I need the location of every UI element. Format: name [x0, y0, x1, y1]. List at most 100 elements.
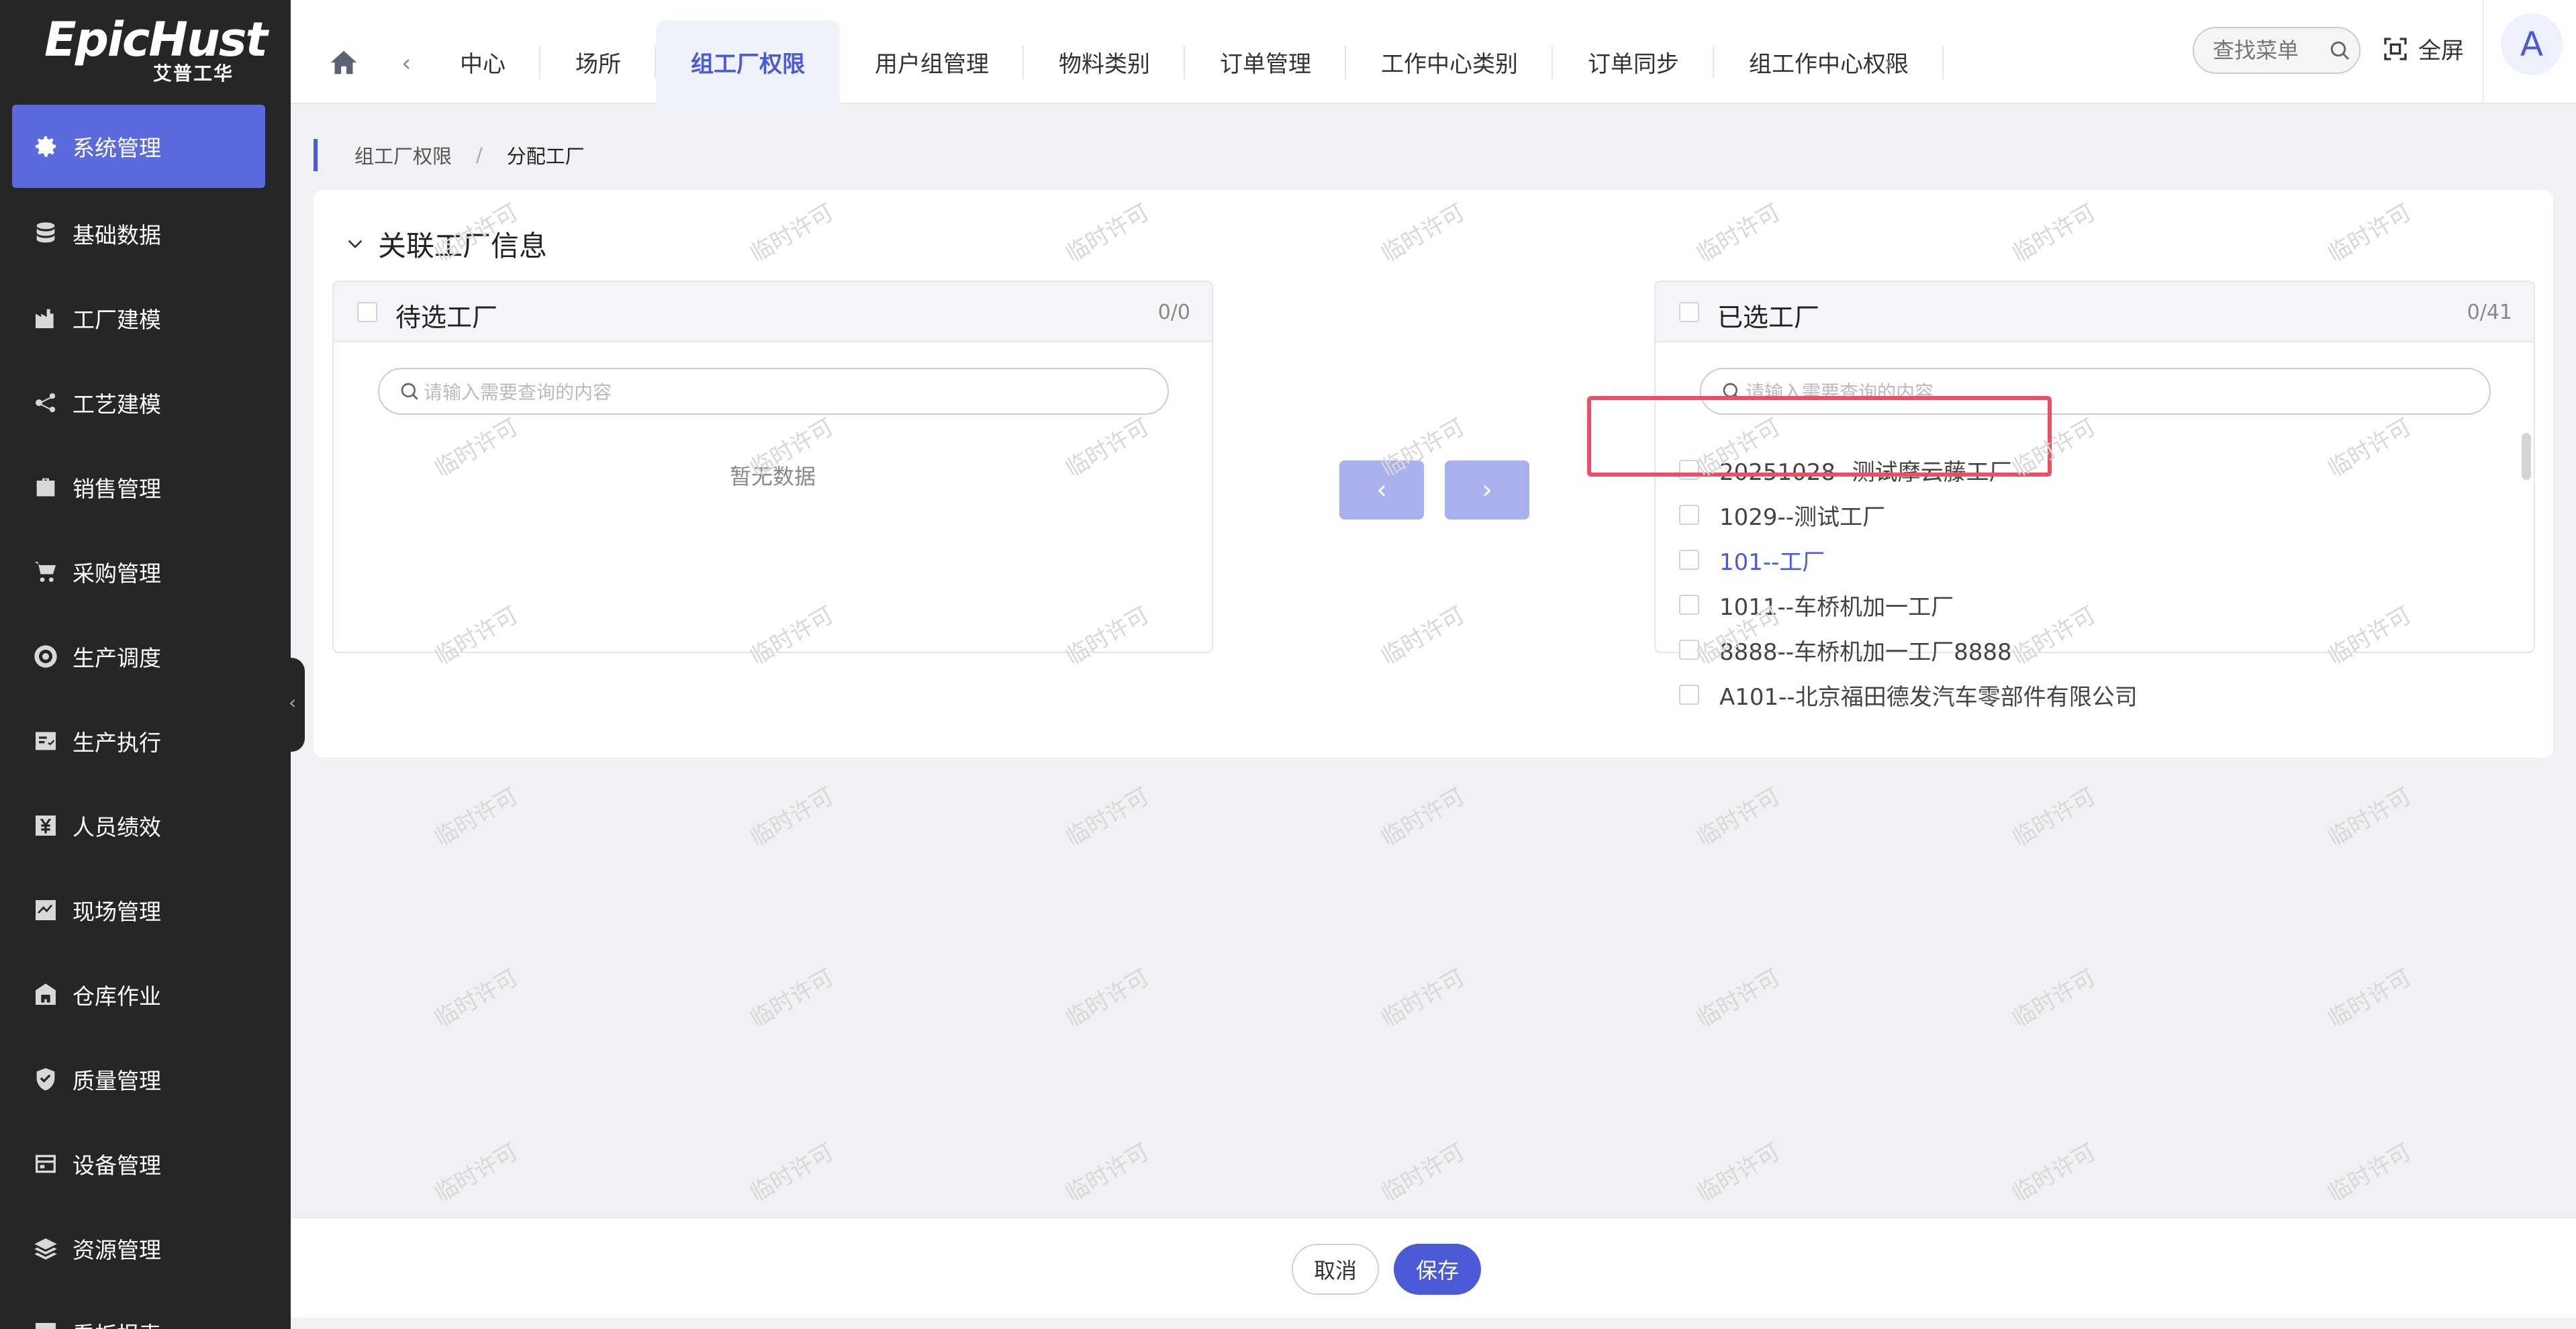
sidebar-item-purchase[interactable]: 采购管理	[12, 530, 265, 613]
tab-material-category[interactable]: 物料类别	[1024, 20, 1185, 104]
divider	[2483, 0, 2484, 104]
tab-scroll-right-button[interactable]: ›	[1884, 50, 1893, 77]
sidebar-collapse-handle[interactable]: ‹	[285, 658, 305, 752]
tab-bar: 中心 场所 组工厂权限 用户组管理 物料类别 订单管理 工作中心类别 订单同步 …	[425, 20, 1944, 104]
available-factories-panel: 待选工厂 0/0 暂无数据	[332, 281, 1213, 653]
select-all-checkbox[interactable]	[357, 302, 377, 322]
tab-group-work-center-permission[interactable]: 组工作中心权限	[1714, 20, 1944, 104]
watermark-text: 临时许可	[1692, 1138, 1785, 1208]
fullscreen-label: 全屏	[2418, 38, 2464, 64]
home-icon	[330, 50, 357, 75]
tab-center[interactable]: 中心	[425, 20, 540, 104]
sidebar-item-resource[interactable]: 资源管理	[12, 1207, 265, 1290]
empty-state-text: 暂无数据	[729, 464, 816, 489]
breadcrumb-parent[interactable]: 组工厂权限	[354, 141, 452, 169]
sidebar-item-basic-data[interactable]: 基础数据	[12, 192, 265, 275]
sidebar-item-label: 销售管理	[73, 476, 161, 502]
sidebar: EpicHust 艾普工华 系统管理 基础数据 工厂建模 工艺建模 销售管理 采…	[0, 0, 291, 1329]
available-search-input[interactable]	[422, 379, 1134, 405]
item-checkbox[interactable]	[1679, 595, 1699, 615]
watermark-text: 临时许可	[1692, 783, 1785, 852]
item-checkbox[interactable]	[1679, 685, 1699, 705]
content-card: 关联工厂信息 待选工厂 0/0 暂无数据 ‹ › 已选工厂 0/41 20251…	[314, 190, 2553, 758]
menu-search-box	[2193, 27, 2360, 74]
item-label: 101--工厂	[1719, 548, 1825, 576]
list-item[interactable]: 1011--车桥机加一工厂	[1679, 585, 1954, 625]
watermark-text: 临时许可	[745, 783, 839, 852]
sidebar-item-board[interactable]: 看板报表	[12, 1291, 265, 1329]
item-checkbox[interactable]	[1679, 550, 1699, 570]
panel-count: 0/0	[1157, 301, 1190, 324]
sidebar-item-label: 设备管理	[73, 1152, 161, 1179]
panel-header: 已选工厂 0/41	[1656, 282, 2534, 342]
tab-work-center-category[interactable]: 工作中心类别	[1346, 20, 1553, 104]
search-icon	[401, 383, 418, 400]
item-checkbox[interactable]	[1679, 505, 1699, 525]
menu-search-input[interactable]	[2211, 36, 2326, 64]
watermark-text: 临时许可	[2323, 1138, 2416, 1208]
sidebar-item-system[interactable]: 系统管理	[12, 105, 265, 188]
breadcrumb-accent-bar	[314, 139, 318, 171]
watermark-text: 临时许可	[1376, 964, 1470, 1033]
sidebar-item-sales[interactable]: 销售管理	[12, 446, 265, 529]
list-item[interactable]: 8888--车桥机加一工厂8888	[1679, 630, 2012, 670]
tab-order-management[interactable]: 订单管理	[1185, 20, 1346, 104]
list-item[interactable]: A101--北京福田德发汽车零部件有限公司	[1679, 675, 2138, 715]
panel-title: 待选工厂	[395, 303, 498, 332]
device-icon	[31, 1149, 60, 1179]
section-title: 关联工厂信息	[378, 230, 548, 262]
avatar[interactable]: A	[2501, 13, 2563, 75]
breadcrumb-separator: /	[476, 144, 483, 166]
layers-icon	[31, 1234, 60, 1263]
tab-scroll-left-button[interactable]: ‹	[401, 50, 411, 77]
watermark-text: 临时许可	[745, 1138, 839, 1208]
sidebar-item-process[interactable]: 工艺建模	[12, 361, 265, 444]
watermark-text: 临时许可	[430, 783, 523, 852]
move-right-button[interactable]: ›	[1445, 460, 1529, 520]
section-header[interactable]: 关联工厂信息	[344, 224, 547, 264]
move-left-button[interactable]: ‹	[1339, 460, 1424, 520]
tab-user-group[interactable]: 用户组管理	[840, 20, 1024, 104]
sidebar-item-warehouse[interactable]: 仓库作业	[12, 953, 265, 1036]
cart-icon	[31, 557, 60, 587]
cancel-button[interactable]: 取消	[1292, 1244, 1379, 1295]
sidebar-item-execute[interactable]: 生产执行	[12, 699, 265, 783]
sidebar-item-device[interactable]: 设备管理	[12, 1122, 265, 1205]
breadcrumb: 组工厂权限 / 分配工厂	[314, 139, 585, 171]
list-scrollbar[interactable]	[2522, 433, 2531, 480]
tab-site[interactable]: 场所	[540, 20, 656, 104]
sidebar-item-label: 采购管理	[73, 560, 161, 587]
database-icon	[31, 219, 60, 248]
sidebar-item-label: 工厂建模	[73, 307, 161, 333]
save-button[interactable]: 保存	[1394, 1244, 1481, 1295]
item-checkbox[interactable]	[1679, 640, 1699, 660]
watermark-text: 临时许可	[1061, 783, 1154, 852]
list-item[interactable]: 101--工厂	[1679, 540, 1825, 580]
item-label: 1011--车桥机加一工厂	[1719, 593, 1954, 621]
watermark-text: 临时许可	[2007, 964, 2101, 1033]
list-item[interactable]: 1029--测试工厂	[1679, 495, 1885, 535]
sidebar-item-label: 生产执行	[73, 730, 161, 756]
tab-group-factory-permission[interactable]: 组工厂权限	[656, 20, 840, 104]
panel-header: 待选工厂 0/0	[334, 282, 1212, 342]
gear-icon	[31, 132, 60, 161]
panel-search-box	[378, 368, 1169, 415]
warehouse-icon	[31, 980, 60, 1010]
home-button[interactable]	[328, 47, 361, 81]
sidebar-item-label: 生产调度	[73, 645, 161, 671]
logo-sub-text: 艾普工华	[153, 62, 234, 85]
tab-order-sync[interactable]: 订单同步	[1553, 20, 1714, 104]
watermark-text: 临时许可	[1061, 1138, 1154, 1208]
search-icon[interactable]	[2328, 39, 2352, 63]
sidebar-item-schedule[interactable]: 生产调度	[12, 615, 265, 698]
sidebar-item-factory[interactable]: 工厂建模	[12, 277, 265, 360]
sidebar-item-performance[interactable]: 人员绩效	[12, 784, 265, 867]
sidebar-item-site[interactable]: 现场管理	[12, 869, 265, 952]
sidebar-item-label: 工艺建模	[73, 391, 161, 417]
fullscreen-button[interactable]: 全屏	[2382, 32, 2464, 65]
chevron-left-icon: ‹	[289, 691, 297, 713]
sidebar-item-quality[interactable]: 质量管理	[12, 1038, 265, 1121]
select-all-checkbox[interactable]	[1679, 302, 1699, 322]
panel-title: 已选工厂	[1717, 303, 1820, 332]
yen-icon	[31, 811, 60, 840]
